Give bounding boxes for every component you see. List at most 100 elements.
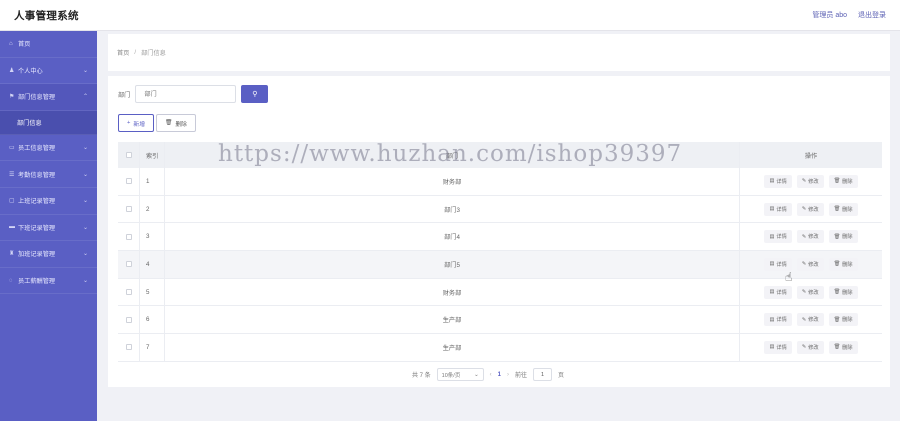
sidebar-item[interactable]: ⌂ 首页 (0, 31, 97, 58)
edit-button[interactable]: ✎ 修改 (796, 285, 824, 299)
header-index: 索引 (140, 142, 165, 168)
detail-icon: ▤ (769, 206, 775, 213)
sidebar-item[interactable]: ▭ 员工信息管理 ⌄ (0, 135, 97, 162)
detail-button[interactable]: ▤ 详情 (764, 313, 792, 327)
sidebar-item-icon: ▢ (9, 198, 15, 205)
detail-label: 详情 (776, 178, 787, 185)
edit-button[interactable]: ✎ 修改 (796, 174, 824, 188)
batch-delete-button[interactable]: 🗑 删除 (156, 114, 196, 132)
row-name: 生产部 (165, 334, 740, 361)
delete-label: 删除 (842, 234, 853, 241)
table-row[interactable]: 4 部门5 ▤ 详情 ✎ 修改 🗑 删除 (118, 251, 882, 279)
row-checkbox-cell (118, 223, 140, 251)
row-checkbox[interactable] (125, 261, 132, 268)
row-checkbox[interactable] (125, 344, 132, 351)
breadcrumb-home[interactable]: 首页 (117, 48, 129, 57)
search-button[interactable]: ⚲ (241, 85, 269, 103)
detail-button[interactable]: ▤ 详情 (764, 174, 792, 188)
trash-icon: 🗑 (833, 261, 841, 268)
sidebar-item[interactable]: ▬ 下班记录管理 ⌄ (0, 215, 97, 242)
detail-button[interactable]: ▤ 详情 (764, 230, 792, 244)
sidebar-item-label: 上班记录管理 (18, 198, 56, 206)
delete-label: 删除 (842, 261, 853, 268)
sidebar-item[interactable]: ♟ 个人中心 ⌄ (0, 58, 97, 85)
edit-icon: ✎ (801, 344, 807, 351)
detail-icon: ▤ (769, 316, 775, 323)
edit-button[interactable]: ✎ 修改 (796, 230, 824, 244)
sidebar-item[interactable]: ▢ 上班记录管理 ⌄ (0, 188, 97, 215)
page-number-1[interactable]: 1 (498, 372, 501, 378)
page-size-select[interactable]: 10条/页 ⌄ (436, 368, 484, 381)
table-row[interactable]: 6 生产部 ▤ 详情 ✎ 修改 🗑 删除 (118, 306, 882, 335)
chevron-icon: ⌄ (82, 278, 88, 285)
delete-button[interactable]: 🗑 删除 (828, 174, 858, 188)
table-row[interactable]: 7 生产部 ▤ 详情 ✎ 修改 🗑 删除 (118, 334, 882, 362)
edit-button[interactable]: ✎ 修改 (796, 202, 824, 216)
row-checkbox[interactable] (125, 178, 132, 185)
chevron-icon: ⌄ (82, 198, 88, 205)
batch-delete-label: 删除 (175, 121, 187, 128)
sidebar-item[interactable]: ◌ 员工薪酬管理 ⌄ (0, 268, 97, 295)
row-checkbox[interactable] (125, 233, 132, 240)
sidebar-item-label: 考勤信息管理 (18, 171, 56, 179)
detail-button[interactable]: ▤ 详情 (764, 285, 792, 299)
trash-icon: 🗑 (833, 344, 841, 351)
delete-button[interactable]: 🗑 删除 (828, 340, 858, 354)
sidebar-item[interactable]: ♜ 加班记录管理 ⌄ (0, 241, 97, 268)
add-button[interactable]: + 新增 (118, 114, 154, 132)
row-checkbox-cell (118, 168, 140, 195)
table-row[interactable]: 1 财务部 ▤ 详情 ✎ 修改 🗑 删除 (118, 168, 882, 196)
goto-page-input[interactable] (533, 368, 553, 381)
user-name[interactable]: 管理员 abo (812, 10, 847, 20)
chevron-icon: ⌄ (82, 171, 88, 178)
delete-button[interactable]: 🗑 删除 (828, 285, 858, 299)
detail-label: 详情 (776, 234, 787, 241)
row-ops: ▤ 详情 ✎ 修改 🗑 删除 (740, 306, 882, 333)
next-page-button[interactable]: › (507, 372, 509, 378)
app-title: 人事管理系统 (14, 9, 79, 22)
delete-button[interactable]: 🗑 删除 (828, 313, 858, 327)
delete-button[interactable]: 🗑 删除 (828, 202, 858, 216)
edit-label: 修改 (808, 206, 819, 213)
sidebar-item-label: 个人中心 (18, 67, 43, 75)
sidebar-item-label: 首页 (18, 41, 31, 49)
main-panel: 部门 ⚲ + 新增 🗑 删除 索引 部门 操作 1财务部▤详情✎修改🗑删除2部门… (108, 76, 890, 387)
department-table: 索引 部门 操作 1 财务部 ▤ 详情 ✎ 修改 🗑 删除 2 部门3 ▤ 详情 ✎ 修改 🗑 删除 3 部门4 ▤… (118, 142, 882, 362)
detail-button[interactable]: ▤ 详情 (764, 257, 792, 271)
breadcrumb-current: 部门信息 (141, 50, 166, 57)
edit-label: 修改 (808, 178, 819, 185)
chevron-icon: ⌄ (82, 224, 88, 231)
row-checkbox[interactable] (125, 316, 132, 323)
department-search-input[interactable] (135, 85, 237, 103)
sidebar-item[interactable]: ⚑ 部门信息管理 ⌃ (0, 84, 97, 111)
row-index: 7 (140, 334, 165, 361)
trash-icon: 🗑 (833, 178, 841, 185)
edit-button[interactable]: ✎ 修改 (796, 257, 824, 271)
edit-label: 修改 (808, 317, 819, 324)
row-checkbox[interactable] (125, 206, 132, 213)
detail-icon: ▤ (769, 289, 775, 296)
chevron-down-icon: ⌄ (474, 371, 479, 378)
sidebar-item[interactable]: ☰ 考勤信息管理 ⌄ (0, 161, 97, 188)
sidebar: ⌂ 首页 ♟ 个人中心 ⌄ ⚑ 部门信息管理 ⌃ 部门信息 ▭ 员工信息管理 ⌄ ☰ 考勤信息管理 ⌄ ▢ 上班… (0, 31, 97, 421)
row-checkbox[interactable] (125, 289, 132, 296)
prev-page-button[interactable]: ‹ (490, 372, 492, 378)
row-name: 生产部 (165, 306, 740, 334)
table-row[interactable]: 2 部门3 ▤ 详情 ✎ 修改 🗑 删除 (118, 195, 882, 224)
plus-icon: + (127, 120, 131, 126)
detail-button[interactable]: ▤ 详情 (764, 202, 792, 216)
delete-button[interactable]: 🗑 删除 (828, 257, 858, 271)
select-all-checkbox[interactable] (125, 152, 132, 158)
sidebar-item-label: 员工薪酬管理 (18, 278, 56, 286)
delete-button[interactable]: 🗑 删除 (828, 230, 858, 244)
edit-button[interactable]: ✎ 修改 (796, 313, 824, 327)
table-row[interactable]: 5 财务部 ▤ 详情 ✎ 修改 🗑 删除 (118, 278, 882, 307)
edit-label: 修改 (808, 261, 819, 268)
table-row[interactable]: 3 部门4 ▤ 详情 ✎ 修改 🗑 删除 (118, 223, 882, 252)
logout-link[interactable]: 退出登录 (858, 10, 886, 20)
edit-button[interactable]: ✎ 修改 (796, 340, 824, 354)
detail-button[interactable]: ▤ 详情 (764, 340, 792, 354)
detail-icon: ▤ (769, 178, 775, 185)
sidebar-subitem-department-info[interactable]: 部门信息 (0, 110, 97, 135)
row-ops: ▤ 详情 ✎ 修改 🗑 删除 (740, 196, 882, 223)
